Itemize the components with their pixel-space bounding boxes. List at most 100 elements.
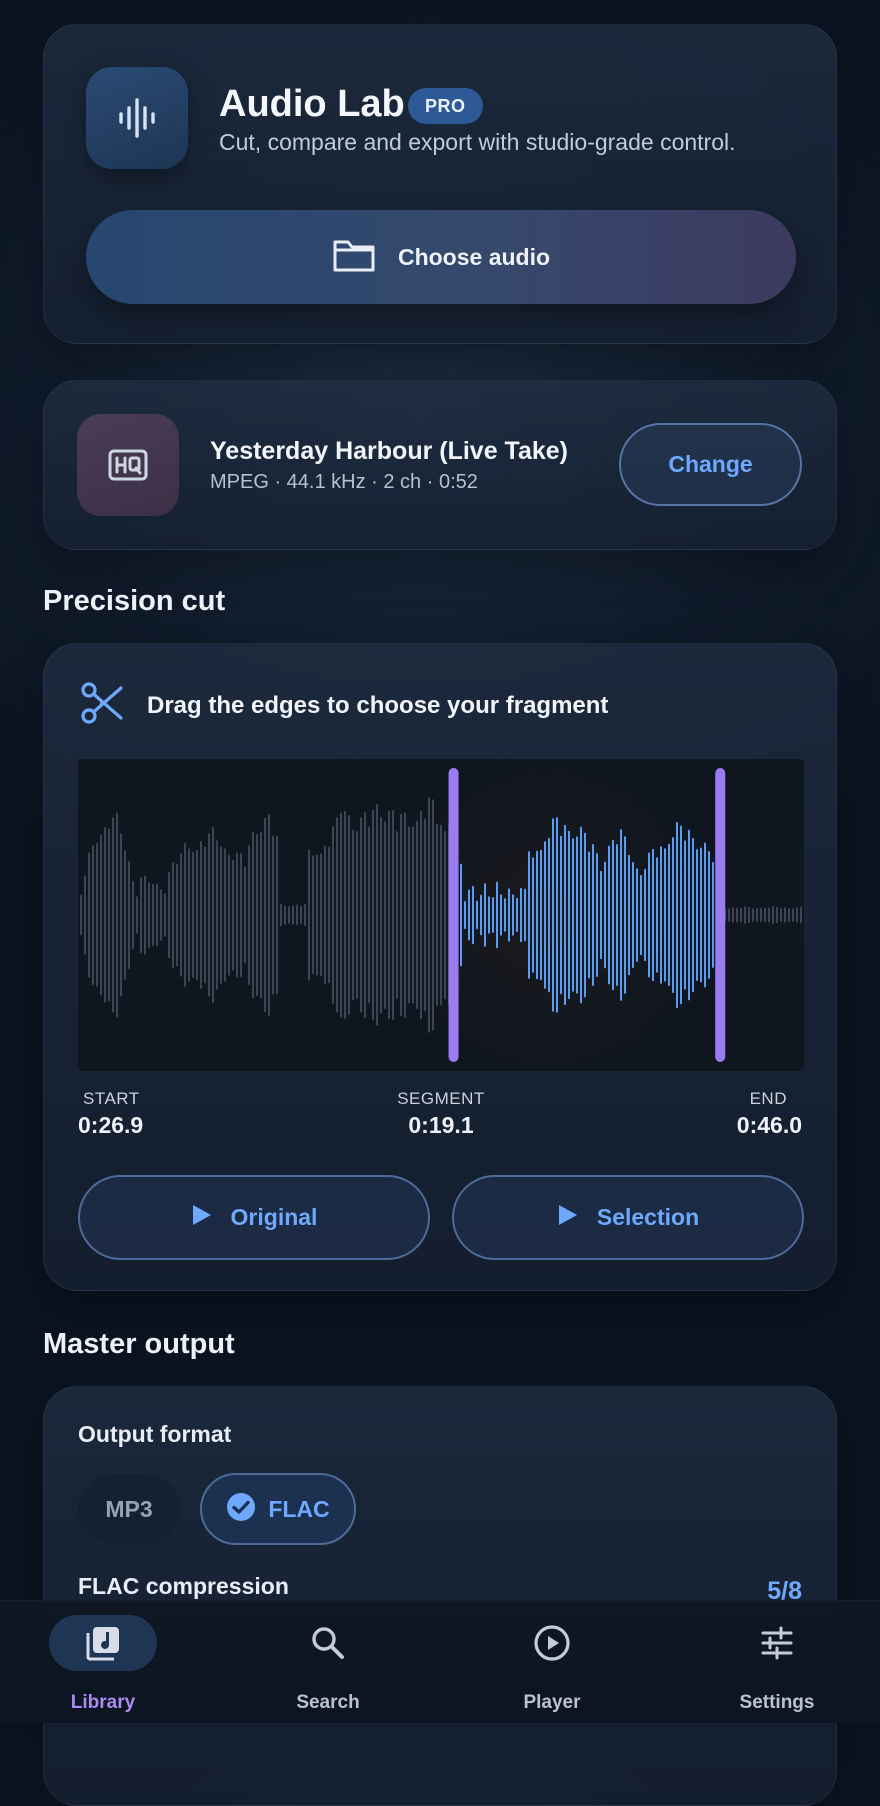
end-time: END 0:46.0	[737, 1089, 802, 1139]
waveform-bar	[332, 826, 334, 1004]
waveform-bar	[736, 907, 738, 923]
waveform-bar-selected	[648, 852, 650, 978]
waveform-bar-selected	[512, 894, 514, 936]
waveform-bar	[752, 908, 754, 922]
waveform-bar-selected	[632, 861, 634, 969]
choose-audio-button[interactable]: Choose audio	[86, 210, 796, 304]
waveform-bar	[288, 905, 290, 925]
waveform-bar	[304, 903, 306, 927]
play-selection-button[interactable]: Selection	[452, 1175, 804, 1260]
waveform-bar	[440, 824, 442, 1006]
waveform-bar	[176, 863, 178, 967]
waveform-bar	[748, 906, 750, 924]
play-original-button[interactable]: Original	[78, 1175, 430, 1260]
waveform-bar	[328, 846, 330, 984]
waveform-bar-selected	[532, 857, 534, 973]
waveform-bar	[88, 852, 90, 978]
change-file-button[interactable]: Change	[619, 423, 802, 506]
waveform-bar	[144, 875, 146, 955]
check-circle-icon	[226, 1492, 256, 1527]
waveform-bar-selected	[576, 836, 578, 994]
waveform-bar-selected	[712, 861, 714, 969]
waveform-bar-selected	[696, 848, 698, 982]
waveform-bar	[320, 853, 322, 977]
waveform-bar	[148, 882, 150, 948]
waveform-bar	[388, 810, 390, 1020]
format-chip-flac-label: FLAC	[268, 1495, 330, 1522]
nav-label-library: Library	[70, 1692, 136, 1713]
waveform-bar	[416, 820, 418, 1010]
waveform-bar-selected	[664, 848, 666, 982]
waveform-bar	[168, 871, 170, 959]
waveform-bar	[324, 845, 326, 985]
waveform-bar	[728, 908, 730, 922]
waveform-bar-selected	[704, 842, 706, 988]
waveform-bar	[372, 809, 374, 1021]
waveform-bar	[184, 843, 186, 987]
waveform-bar-selected	[568, 830, 570, 1000]
waveform-bar-selected	[600, 870, 602, 960]
waveform-bar	[180, 853, 182, 977]
waveform-bar-selected	[692, 837, 694, 993]
waveform-bar-selected	[520, 887, 522, 943]
selection-end-handle[interactable]	[715, 768, 726, 1062]
format-chip-flac[interactable]: FLAC	[200, 1473, 356, 1545]
waveform-bar-selected	[508, 888, 510, 942]
waveform-editor[interactable]	[78, 759, 804, 1071]
waveform-bar	[132, 880, 134, 950]
waveform-bar-selected	[660, 846, 662, 984]
waveform-bar	[216, 840, 218, 990]
waveform-bar	[80, 894, 82, 936]
waveform-bar	[260, 831, 262, 999]
waveform-bar	[204, 846, 206, 984]
nav-item-player[interactable]: Player	[467, 1601, 637, 1723]
compression-label: FLAC compression	[78, 1573, 289, 1599]
selection-start-handle[interactable]	[448, 768, 459, 1062]
waveform-bar	[784, 907, 786, 923]
end-label: END	[749, 1089, 787, 1108]
waveform-bar	[756, 907, 758, 923]
waveform-bar	[140, 876, 142, 954]
waveform-bar	[252, 831, 254, 999]
waveform-bar-selected	[688, 829, 690, 1001]
waveform-bar	[232, 859, 234, 971]
waveform-bar-selected	[624, 836, 626, 994]
cut-instruction: Drag the edges to choose your fragment	[147, 691, 609, 719]
waveform-bar-selected	[584, 832, 586, 998]
waveform-bar-selected	[480, 894, 482, 936]
nav-item-library[interactable]: Library	[18, 1601, 188, 1723]
waveform-bar	[108, 828, 110, 1002]
waveform-bar	[336, 817, 338, 1013]
waveform-bar-selected	[484, 883, 486, 947]
nav-label-player: Player	[523, 1692, 581, 1713]
waveform-bar	[428, 797, 430, 1033]
waveform-bar	[432, 799, 434, 1031]
waveform-bar	[280, 903, 282, 927]
waveform-bar-selected	[588, 851, 590, 979]
file-card: Yesterday Harbour (Live Take) MPEG · 44.…	[43, 380, 837, 550]
library-icon	[49, 1615, 157, 1671]
waveform-bar	[96, 842, 98, 988]
play-circle-icon	[498, 1615, 606, 1671]
waveform-bar	[240, 852, 242, 978]
app-title: Audio Lab	[219, 83, 405, 125]
waveform-bar	[296, 904, 298, 926]
file-name: Yesterday Harbour (Live Take)	[210, 437, 569, 465]
waveform-bar	[100, 834, 102, 996]
nav-item-settings[interactable]: Settings	[692, 1601, 862, 1723]
nav-label-search: Search	[296, 1692, 360, 1713]
format-chip-mp3[interactable]: MP3	[78, 1474, 180, 1544]
waveform-bar-selected	[472, 885, 474, 945]
waveform-bar	[400, 813, 402, 1017]
waveform-bar	[172, 862, 174, 968]
waveform-bar	[292, 905, 294, 925]
waveform-bar	[424, 818, 426, 1012]
play-icon	[557, 1203, 579, 1232]
waveform-bar-selected	[580, 826, 582, 1004]
waveform-bar-selected	[640, 874, 642, 956]
waveform-bar	[316, 854, 318, 976]
waveform-bar-selected	[652, 848, 654, 982]
waveform-bar	[212, 826, 214, 1004]
waveform-bar	[112, 817, 114, 1013]
nav-item-search[interactable]: Search	[243, 1601, 413, 1723]
